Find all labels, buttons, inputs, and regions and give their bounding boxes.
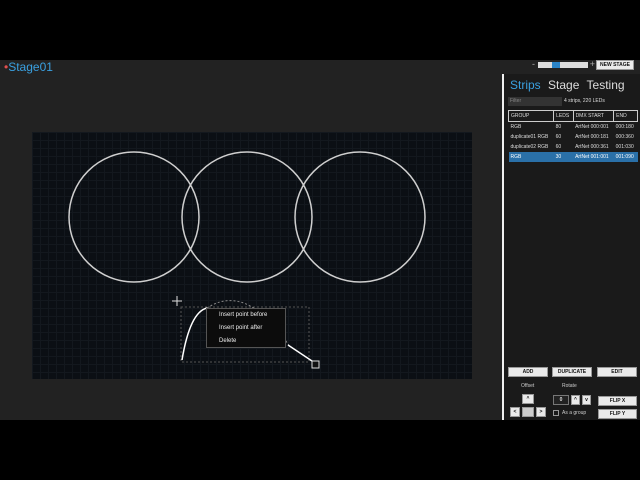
strip-end-handle-icon[interactable] <box>311 360 320 369</box>
cell-dmx-start: ArtNet 001:001 <box>573 152 614 162</box>
as-group-checkbox[interactable] <box>553 410 559 416</box>
cell-leds: 80 <box>555 124 562 130</box>
table-row-selected[interactable]: RGB 30 ArtNet 001:001 001:090 <box>508 152 638 162</box>
cell-group: duplicate02 RGB <box>510 144 549 150</box>
column-leds[interactable]: LEDS <box>553 110 574 122</box>
context-menu: Insert point before Insert point after D… <box>206 308 286 348</box>
table-row[interactable]: duplicate02 RGB 60 ArtNet 000:361 001:03… <box>509 142 638 152</box>
column-end[interactable]: END <box>613 110 638 122</box>
strip-summary: 4 strips, 220 LEDs <box>564 98 605 104</box>
column-group[interactable]: GROUP <box>507 110 555 122</box>
rotate-up-button[interactable]: ^ <box>571 395 580 405</box>
cell-end: 001:030 <box>615 144 634 150</box>
offset-center-icon[interactable] <box>522 407 534 417</box>
zoom-toolbar: - + NEW STAGE <box>500 60 640 74</box>
table-header: GROUP LEDS DMX START END <box>507 110 638 122</box>
table-row[interactable]: RGB 80 ArtNet 000:001 000:180 <box>509 122 638 133</box>
cell-dmx-start: ArtNet 000:361 <box>575 144 609 150</box>
add-button[interactable]: ADD <box>508 367 548 377</box>
panel-tabs: Strips Stage Testing <box>510 78 629 92</box>
strip-segment[interactable] <box>287 344 316 364</box>
cell-end: 000:360 <box>615 134 634 140</box>
column-dmx-start[interactable]: DMX START <box>572 110 615 122</box>
cell-dmx-start: ArtNet 000:001 <box>575 124 609 130</box>
move-cursor-icon <box>172 296 182 306</box>
rotate-input[interactable]: 0 <box>553 395 569 405</box>
duplicate-button[interactable]: DUPLICATE <box>552 367 592 377</box>
rotate-label: Rotate <box>562 383 577 389</box>
tab-testing[interactable]: Testing <box>587 78 625 92</box>
zoom-slider-thumb[interactable] <box>552 62 560 68</box>
new-stage-button[interactable]: NEW STAGE <box>596 60 634 70</box>
edit-button[interactable]: EDIT <box>597 367 637 377</box>
rotate-down-button[interactable]: v <box>582 395 591 405</box>
as-group-label: As a group <box>562 410 587 416</box>
cell-leds: 60 <box>555 134 562 140</box>
cell-dmx-start: ArtNet 000:181 <box>575 134 609 140</box>
filter-input[interactable]: Filter <box>508 97 562 106</box>
selected-strip-arc[interactable] <box>181 307 208 361</box>
tab-strips[interactable]: Strips <box>510 78 541 92</box>
offset-up-button[interactable]: ^ <box>522 394 534 404</box>
zoom-plus-label: + <box>589 60 595 69</box>
tab-stage[interactable]: Stage <box>548 78 579 92</box>
flip-x-button[interactable]: FLIP X <box>598 396 637 406</box>
cell-leds: 30 <box>553 152 574 162</box>
zoom-minus-label: - <box>532 60 535 69</box>
app-window: •Stage01 - + NEW STAGE Insert point befo… <box>0 60 640 420</box>
offset-label: Offset <box>521 383 535 389</box>
cell-group: RGB <box>508 152 554 162</box>
cell-group: duplicate01 RGB <box>510 134 549 140</box>
zoom-slider[interactable]: - + <box>532 60 595 69</box>
cell-group: RGB <box>510 124 522 130</box>
menu-item-insert-after[interactable]: Insert point after <box>207 322 285 335</box>
table-row[interactable]: duplicate01 RGB 60 ArtNet 000:181 000:36… <box>509 132 638 142</box>
cell-end: 001:090 <box>613 152 638 162</box>
strips-table: GROUP LEDS DMX START END RGB 80 ArtNet 0… <box>507 110 638 162</box>
cell-leds: 60 <box>555 144 562 150</box>
led-strip-circle-1[interactable] <box>68 151 200 283</box>
menu-item-delete[interactable]: Delete <box>207 335 285 348</box>
right-panel: Strips Stage Testing Filter 4 strips, 22… <box>502 74 640 420</box>
offset-right-button[interactable]: > <box>536 407 546 417</box>
offset-left-button[interactable]: < <box>510 407 520 417</box>
flip-y-button[interactable]: FLIP Y <box>598 409 637 419</box>
cell-end: 000:180 <box>615 124 634 130</box>
led-strip-circle-2[interactable] <box>181 151 313 283</box>
stage-title: •Stage01 <box>4 60 53 74</box>
menu-item-insert-before[interactable]: Insert point before <box>207 309 285 322</box>
led-strip-circle-3[interactable] <box>294 151 426 283</box>
